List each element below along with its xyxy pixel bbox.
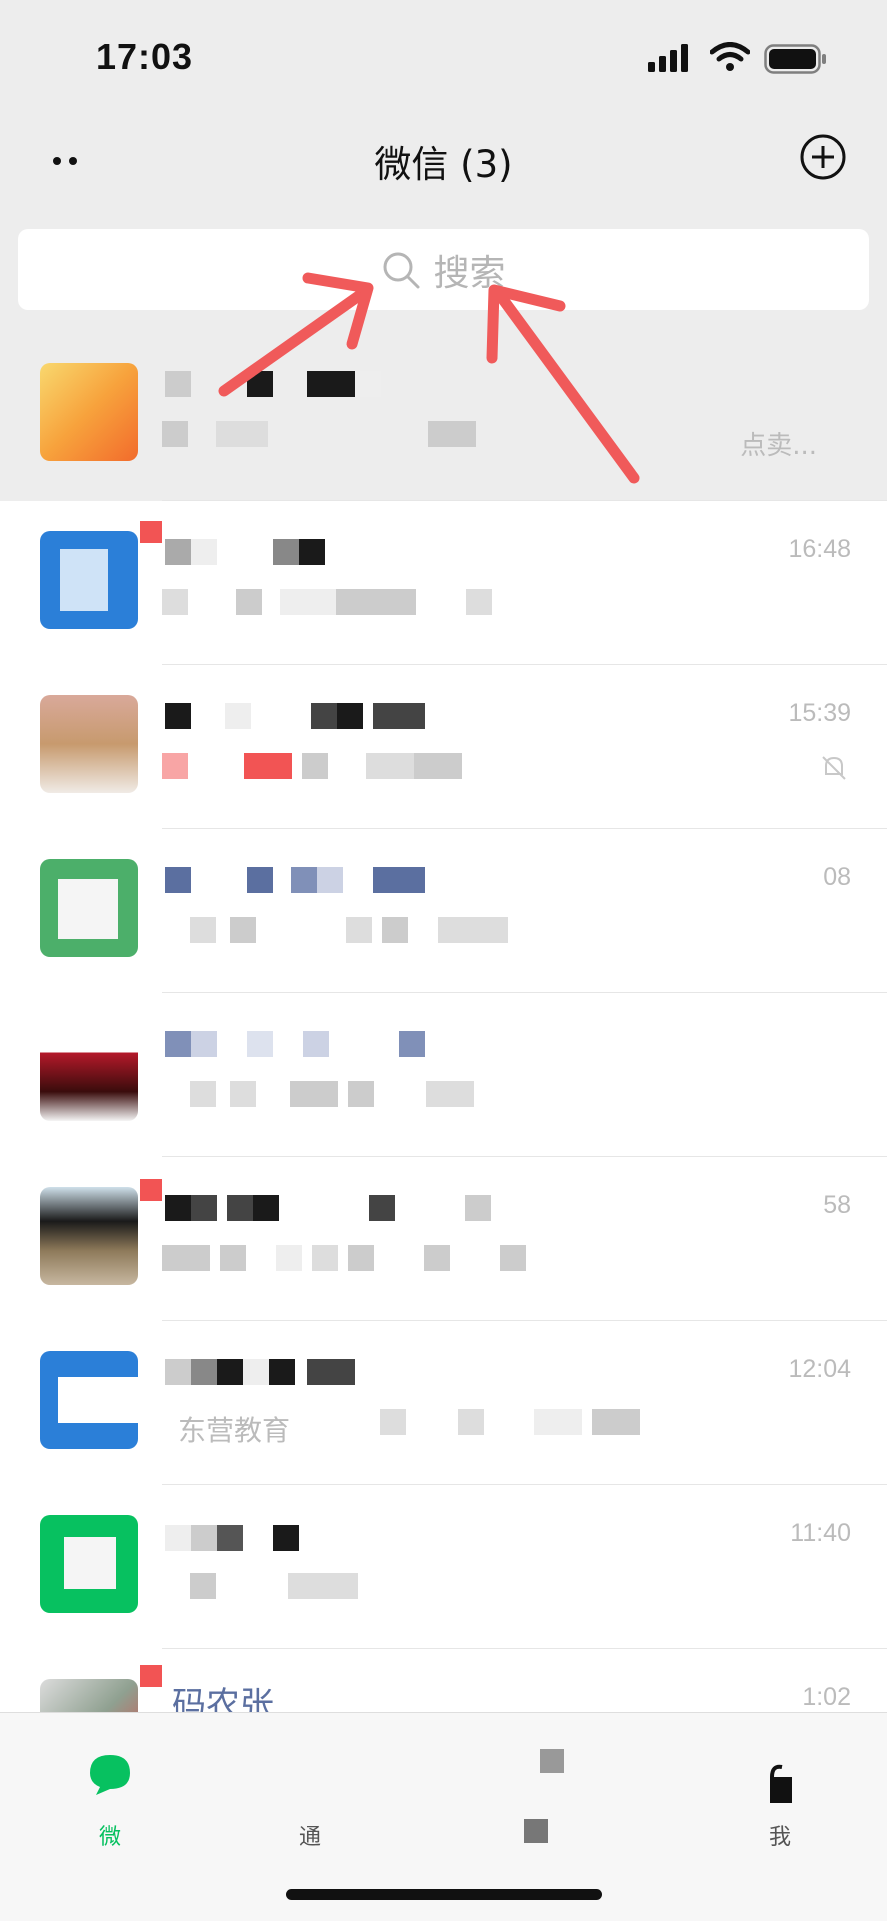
chat-preview (162, 753, 462, 779)
avatar (40, 1023, 138, 1121)
chat-row[interactable]: 点卖... (0, 333, 887, 501)
chat-name (165, 1525, 299, 1551)
chat-preview (162, 589, 492, 615)
chat-list: 点卖... 16:48 15:39 08 58 东营教育 12:04 11:40… (0, 333, 887, 1813)
chat-name (165, 539, 325, 565)
chat-name (165, 867, 425, 893)
home-indicator (286, 1889, 602, 1900)
chat-name (165, 371, 381, 397)
person-icon (770, 1764, 792, 1803)
chat-snippet: 东营教育 (178, 1414, 291, 1447)
status-time: 17:03 (96, 36, 194, 77)
page-title: 微信 (3) (374, 143, 513, 186)
chat-preview (190, 917, 508, 943)
search-placeholder: 搜索 (433, 252, 506, 294)
avatar (40, 859, 138, 957)
avatar (40, 695, 138, 793)
chat-time: 58 (823, 1191, 851, 1219)
wifi-icon (710, 42, 750, 71)
chat-row[interactable]: 15:39 (0, 665, 887, 829)
chat-row[interactable]: 58 (0, 1157, 887, 1321)
tab-me[interactable]: 我 (710, 1737, 850, 1857)
unread-badge (140, 1665, 162, 1687)
chat-row[interactable] (0, 993, 887, 1157)
chat-icon (90, 1755, 130, 1795)
chat-preview (162, 1245, 526, 1271)
chat-name (165, 1195, 491, 1221)
status-bar: 17:03 (0, 0, 887, 110)
avatar (40, 1351, 138, 1449)
chat-preview (380, 1409, 640, 1435)
add-circle-icon[interactable] (798, 132, 848, 182)
tab-contacts[interactable]: 通 (240, 1737, 380, 1857)
chat-preview (190, 1573, 358, 1599)
chat-row[interactable]: 东营教育 12:04 (0, 1321, 887, 1485)
chat-preview (190, 1081, 474, 1107)
search-input[interactable]: 搜索 (18, 229, 869, 310)
chat-name (165, 703, 425, 729)
unread-badge (140, 1179, 162, 1201)
avatar (40, 1187, 138, 1285)
avatar (40, 1515, 138, 1613)
chat-name (165, 1031, 425, 1057)
avatar (40, 363, 138, 461)
battery-icon (764, 44, 826, 74)
chat-time: 12:04 (788, 1355, 851, 1383)
chat-time: 08 (823, 863, 851, 891)
chat-time: 11:40 (790, 1519, 851, 1547)
search-icon (383, 252, 420, 288)
chat-row[interactable]: 16:48 (0, 501, 887, 665)
nav-bar: 微信 (3) (0, 110, 887, 210)
tab-chats[interactable]: 微 (40, 1737, 180, 1857)
chat-name (165, 1359, 355, 1385)
avatar (40, 531, 138, 629)
chat-row[interactable]: 11:40 (0, 1485, 887, 1649)
chat-time: 1:02 (802, 1683, 851, 1711)
chat-preview (162, 421, 476, 447)
signal-icon (648, 44, 688, 72)
unread-badge (140, 521, 162, 543)
chat-row[interactable]: 08 (0, 829, 887, 993)
chat-snippet: 点卖... (740, 431, 817, 461)
tab-discover[interactable] (470, 1737, 610, 1857)
chat-time: 15:39 (788, 699, 851, 727)
chat-time: 16:48 (788, 535, 851, 563)
mute-bell-icon (822, 756, 846, 780)
